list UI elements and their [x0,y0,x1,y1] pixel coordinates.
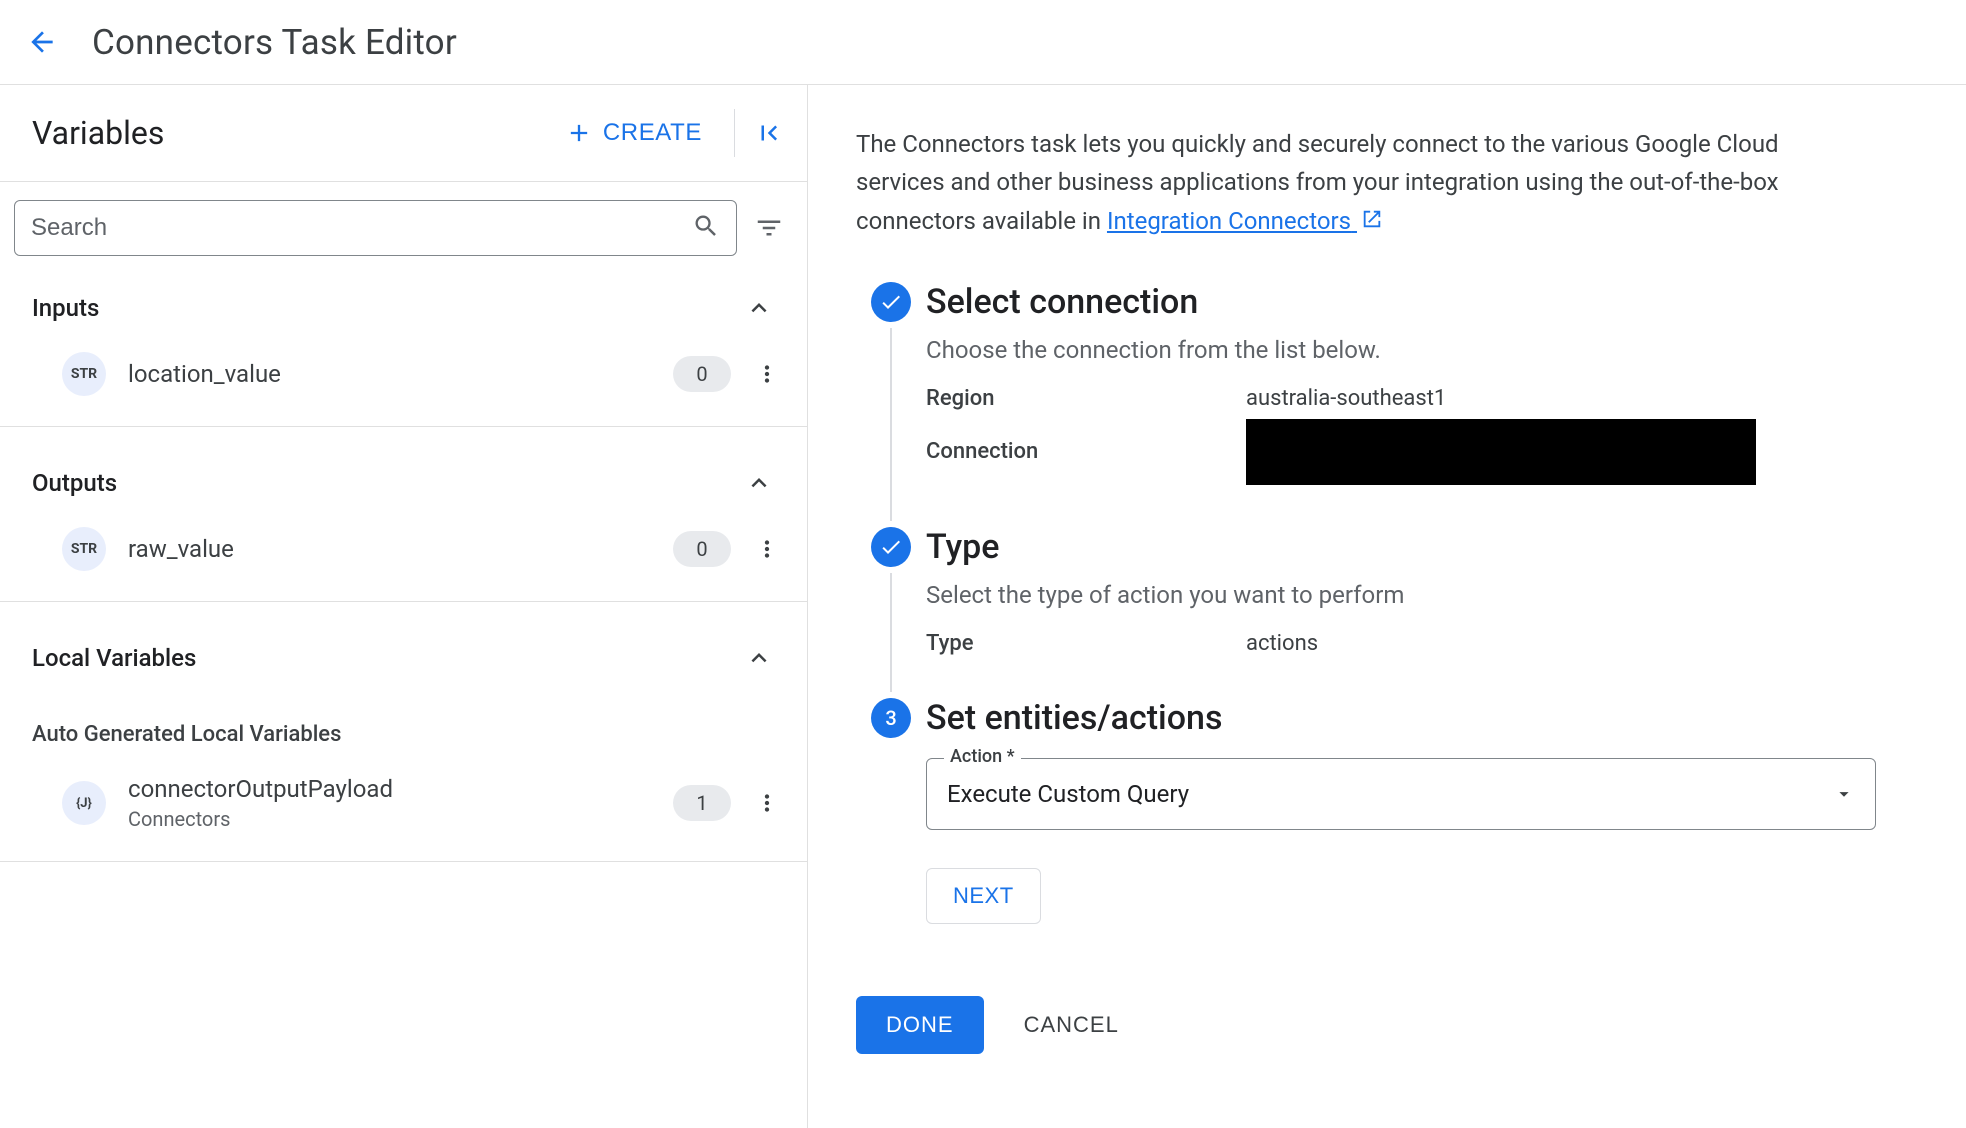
more-vert-icon [754,361,780,387]
step-complete-icon [871,282,911,322]
external-link-icon [1361,203,1383,241]
divider [0,861,807,862]
page-title: Connectors Task Editor [92,22,457,63]
chevron-up-icon [743,467,775,499]
task-description: The Connectors task lets you quickly and… [856,125,1856,242]
more-vert-icon [754,790,780,816]
plus-icon [565,119,593,147]
inputs-variable-row[interactable]: STR location_value 0 [0,342,807,416]
variable-name: connectorOutputPayload [128,775,673,803]
check-icon [879,535,903,559]
variable-name: location_value [128,360,673,388]
chevron-up-icon [743,292,775,324]
create-label: CREATE [603,119,702,147]
connection-label: Connection [926,439,1246,464]
step-number-icon: 3 [871,698,911,738]
step-connector-line [890,573,892,692]
cancel-button[interactable]: CANCEL [1024,1012,1119,1038]
local-variables-section-header[interactable]: Local Variables [0,602,807,692]
variable-subtitle: Connectors [128,807,673,831]
usage-count-pill: 0 [673,531,731,567]
usage-count-pill: 0 [673,356,731,392]
variable-more-menu-button[interactable] [749,531,785,567]
action-select-field[interactable]: Action * Execute Custom Query [926,758,1876,830]
variables-panel: Variables CREATE [0,85,808,1128]
usage-count-pill: 1 [673,785,731,821]
connection-value-redacted [1246,419,1756,485]
variable-name: raw_value [128,535,673,563]
step-type: Type Select the type of action you want … [856,527,1918,688]
filter-list-icon [754,213,784,243]
action-select-value: Execute Custom Query [947,780,1189,808]
search-icon [692,212,720,244]
filter-button[interactable] [749,208,789,248]
search-box[interactable] [14,200,737,256]
outputs-variable-row[interactable]: STR raw_value 0 [0,517,807,591]
outputs-title: Outputs [32,469,117,497]
variable-more-menu-button[interactable] [749,356,785,392]
inputs-title: Inputs [32,294,99,322]
variables-panel-title: Variables [32,114,164,152]
variables-panel-header: Variables CREATE [0,85,807,182]
local-variables-title: Local Variables [32,644,196,672]
step-connector-line [890,328,892,521]
type-chip-str: STR [62,527,106,571]
type-chip-json: {J} [62,781,106,825]
collapse-left-icon [754,118,784,148]
chevron-up-icon [743,642,775,674]
footer-actions: DONE CANCEL [856,996,1918,1054]
step-title: Set entities/actions [926,698,1918,738]
dropdown-arrow-icon [1833,783,1855,805]
action-field-label: Action * [944,746,1021,767]
action-select-box[interactable]: Execute Custom Query [926,758,1876,830]
auto-generated-label: Auto Generated Local Variables [0,692,807,765]
back-button[interactable] [22,22,62,62]
search-input[interactable] [31,214,692,242]
type-label: Type [926,631,1246,656]
region-label: Region [926,386,1246,411]
task-config-panel: The Connectors task lets you quickly and… [808,85,1966,1128]
inputs-section-header[interactable]: Inputs [0,274,807,342]
outputs-section-header[interactable]: Outputs [0,427,807,517]
type-chip-str: STR [62,352,106,396]
local-variable-row[interactable]: {J} connectorOutputPayload Connectors 1 [0,765,807,851]
step-subtitle: Select the type of action you want to pe… [926,581,1918,609]
step-title: Select connection [926,282,1918,322]
step-title: Type [926,527,1918,567]
done-button[interactable]: DONE [856,996,984,1054]
step-complete-icon [871,527,911,567]
step-set-entities-actions: 3 Set entities/actions Action * Execute … [856,698,1918,948]
variable-more-menu-button[interactable] [749,785,785,821]
region-value: australia-southeast1 [1246,386,1446,411]
step-select-connection: Select connection Choose the connection … [856,282,1918,517]
create-variable-button[interactable]: CREATE [547,109,720,157]
top-bar: Connectors Task Editor [0,0,1966,85]
next-button[interactable]: NEXT [926,868,1041,924]
divider [734,109,735,157]
collapse-panel-button[interactable] [749,113,789,153]
step-subtitle: Choose the connection from the list belo… [926,336,1918,364]
more-vert-icon [754,536,780,562]
check-icon [879,290,903,314]
type-value: actions [1246,631,1318,656]
integration-connectors-link[interactable]: Integration Connectors [1107,207,1383,235]
arrow-left-icon [26,26,58,58]
